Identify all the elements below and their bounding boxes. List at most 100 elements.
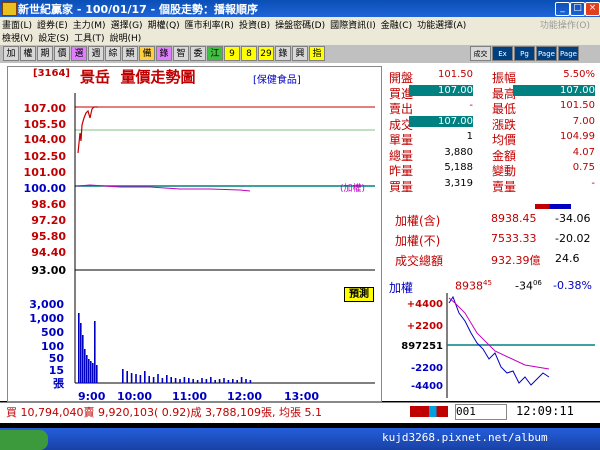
quote-row: 賣出 - 最低 101.50	[385, 100, 599, 116]
quote-value-2: 0.75	[572, 162, 595, 173]
toolbar-button[interactable]: 權	[20, 46, 36, 61]
menu-item[interactable]: 金融(C)	[381, 21, 412, 31]
volume-bar	[227, 380, 230, 383]
menu-item[interactable]: 匯市利率(R)	[185, 21, 234, 31]
close-icon[interactable]: ×	[585, 2, 600, 16]
toolbar-button[interactable]: 備	[139, 46, 155, 61]
volume-bar	[144, 371, 146, 383]
index-value: 7533.33	[491, 232, 537, 245]
menu-item[interactable]: 檢視(V)	[2, 34, 33, 44]
toolbar-button[interactable]: 指	[309, 46, 325, 61]
menu-item[interactable]: 選擇(G)	[111, 21, 143, 31]
toolbar-button[interactable]: 錄	[156, 46, 172, 61]
quote-row: 總量 3,880 金額 4.07	[385, 146, 599, 163]
volume-bar	[78, 313, 80, 383]
buy-sell-bar	[410, 406, 448, 417]
minimize-icon[interactable]: _	[555, 2, 570, 16]
volume-bar	[152, 377, 155, 383]
menu-item[interactable]: 證券(E)	[37, 21, 68, 31]
toolbar-button[interactable]: 委	[190, 46, 206, 61]
menu-item[interactable]: 說明(H)	[109, 34, 141, 44]
quote-value-2: 5.50%	[563, 69, 595, 80]
toolbar-button[interactable]: 類	[122, 46, 138, 61]
menu-item[interactable]: 功能選擇(A)	[417, 21, 466, 31]
mini-svg	[446, 293, 595, 398]
volume-bar	[135, 374, 137, 383]
quote-row: 成交 107.00 漲跌 7.00	[385, 115, 599, 132]
time-tick: 12:00	[227, 390, 263, 403]
volume-bar	[192, 379, 194, 383]
menu-row-2: 檢視(V) 設定(S) 工具(T) 說明(H)	[2, 31, 146, 44]
toolbar-right-button[interactable]: Page	[536, 46, 557, 61]
volume-bar	[96, 365, 98, 383]
toolbar-right-button[interactable]: Pg	[514, 46, 535, 61]
stock-name: 景岳 量價走勢圖	[80, 66, 195, 87]
volume-bar	[148, 376, 150, 383]
toolbar-button[interactable]: 8	[241, 46, 257, 61]
toolbar: 加權期價選週綜類備錄智委江 9 8 29 錄興指成交 Ex Pg Page Page	[0, 45, 600, 63]
volume-bar	[174, 378, 177, 383]
volume-bar	[80, 323, 82, 383]
start-button[interactable]	[0, 430, 48, 450]
price-tick: 94.40	[31, 246, 66, 259]
quote-row: 開盤 101.50 振幅 5.50%	[385, 69, 599, 85]
toolbar-button[interactable]: 9	[224, 46, 240, 61]
toolbar-button[interactable]: 智	[173, 46, 189, 61]
volume-tick: 1,000	[29, 312, 64, 325]
volume-bar	[218, 379, 221, 383]
toolbar-button[interactable]: 加	[3, 46, 19, 61]
index-mini-chart: 加權 893845 -3406 -0.38% +4400 +2200 897251-…	[385, 273, 599, 401]
index-change: 24.6	[555, 252, 580, 265]
menu-item[interactable]: 國際資訊(I)	[330, 21, 376, 31]
quote-value: 3,880	[444, 146, 473, 158]
status-summary: 買 10,794,040賣 9,920,103( 0.92)成 3,788,10…	[6, 406, 322, 419]
volume-bar	[179, 379, 181, 383]
toolbar-button[interactable]: 興	[292, 46, 308, 61]
quote-value: -	[469, 100, 473, 111]
volume-bar	[90, 361, 92, 383]
toolbar-button[interactable]: 週	[88, 46, 104, 61]
volume-bar	[245, 379, 247, 383]
toolbar-button[interactable]: 期	[37, 46, 53, 61]
quote-row: 昨量 5,188 變動 0.75	[385, 162, 599, 178]
volume-tick: 3,000	[29, 298, 64, 311]
index-value: 8938.45	[491, 212, 537, 225]
menu-item[interactable]: 畫面(L)	[2, 21, 32, 31]
quote-row: 買量 3,319 賣量 -	[385, 177, 599, 194]
menu-item[interactable]: 工具(T)	[74, 34, 105, 44]
toolbar-button[interactable]: 錄	[275, 46, 291, 61]
menu-item[interactable]: 設定(S)	[38, 34, 69, 44]
quote-value: 101.50	[438, 69, 473, 80]
menu-item-function-op[interactable]: 功能操作(O)	[540, 18, 590, 31]
volume-bar	[84, 349, 86, 383]
volume-forecast-tag[interactable]: 預測	[344, 287, 374, 302]
toolbar-right-button[interactable]: Ex	[492, 46, 513, 61]
time-tick: 10:00	[117, 390, 153, 403]
toolbar-button[interactable]: 選	[71, 46, 87, 61]
menu-item[interactable]: 主力(M)	[73, 21, 106, 31]
volume-bar	[236, 380, 238, 383]
price-tick: 95.80	[31, 230, 66, 243]
quote-value-2: 107.00	[513, 84, 595, 96]
price-tick: 102.50	[23, 150, 66, 163]
menu-item[interactable]: 期權(Q)	[148, 21, 180, 31]
volume-bar	[86, 355, 88, 383]
menu-item[interactable]: 操盤密碼(D)	[275, 21, 325, 31]
volume-bar	[205, 379, 208, 383]
volume-bar	[126, 371, 128, 383]
menu-item[interactable]: 投資(B)	[239, 21, 270, 31]
volume-tick: 張	[53, 377, 64, 390]
quote-row: 買進 107.00 最高 107.00	[385, 84, 599, 101]
toolbar-button[interactable]: 綜	[105, 46, 121, 61]
page-input[interactable]: 001	[455, 404, 507, 420]
toolbar-button[interactable]: 29	[258, 46, 274, 61]
toolbar-button[interactable]: 江	[207, 46, 223, 61]
toolbar-right-button[interactable]: Page	[558, 46, 579, 61]
toolbar-button[interactable]: 價	[54, 46, 70, 61]
maximize-icon[interactable]: □	[570, 2, 585, 16]
toolbar-right-button[interactable]: 成交	[470, 46, 491, 61]
time-tick: 13:00	[284, 390, 320, 403]
quote-value-2: -	[591, 177, 595, 189]
weight-tag: (加權)	[340, 184, 366, 194]
volume-bar	[161, 378, 164, 383]
